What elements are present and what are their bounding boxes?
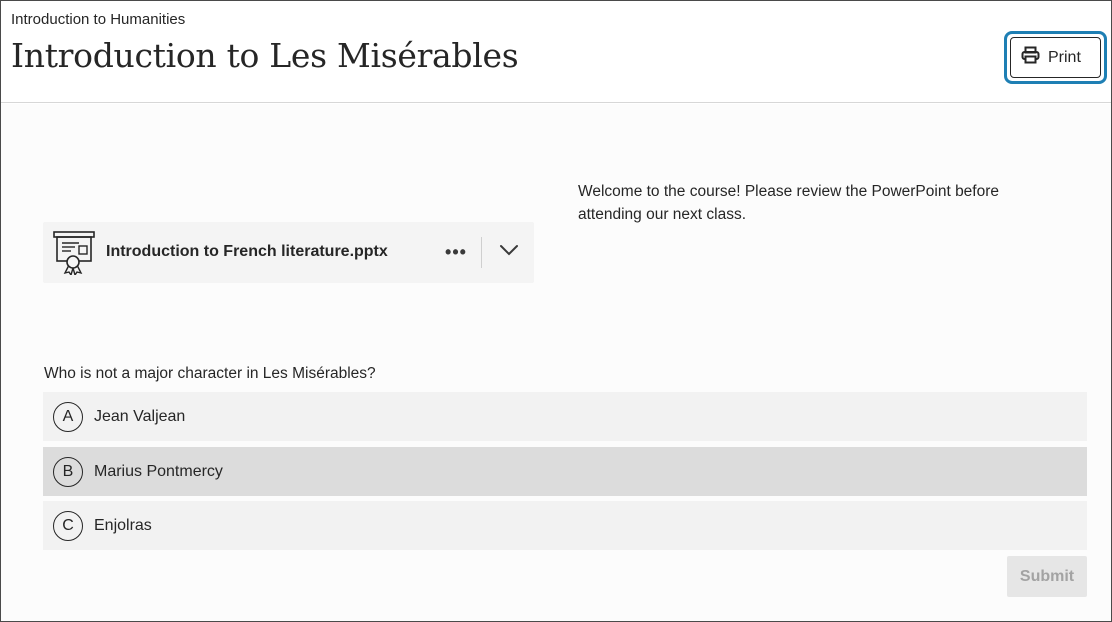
option-letter-badge: A: [53, 401, 83, 432]
answer-option-c[interactable]: C Enjolras: [43, 501, 1087, 550]
print-focus-ring: Print: [1004, 31, 1107, 84]
option-letter-badge: B: [53, 456, 83, 487]
welcome-message: Welcome to the course! Please review the…: [578, 183, 1000, 223]
printer-icon: [1021, 46, 1040, 69]
option-text: Jean Valjean: [94, 407, 186, 425]
print-button-label: Print: [1048, 48, 1081, 66]
more-options-button[interactable]: •••: [441, 237, 471, 267]
breadcrumb[interactable]: Introduction to Humanities: [11, 11, 185, 29]
print-button[interactable]: Print: [1010, 37, 1101, 78]
course-page: Introduction to Humanities Introduction …: [0, 0, 1112, 622]
divider: [481, 237, 482, 268]
content-area: Introduction to French literature.pptx •…: [1, 104, 1111, 621]
attachment-card: Introduction to French literature.pptx •…: [43, 222, 534, 283]
page-header: Introduction to Humanities Introduction …: [1, 1, 1111, 103]
quiz-question: Who is not a major character in Les Misé…: [44, 365, 376, 382]
attachment-file-name[interactable]: Introduction to French literature.pptx: [106, 242, 388, 262]
option-letter-badge: C: [53, 510, 83, 541]
answer-option-b[interactable]: B Marius Pontmercy: [43, 447, 1087, 496]
presentation-file-icon: [53, 231, 95, 277]
option-text: Marius Pontmercy: [94, 462, 223, 480]
option-text: Enjolras: [94, 516, 152, 534]
submit-button[interactable]: Submit: [1007, 556, 1087, 597]
expand-button[interactable]: [493, 237, 525, 267]
answer-option-a[interactable]: A Jean Valjean: [43, 392, 1087, 441]
chevron-down-icon: [499, 243, 519, 261]
page-title: Introduction to Les Misérables: [11, 36, 519, 75]
